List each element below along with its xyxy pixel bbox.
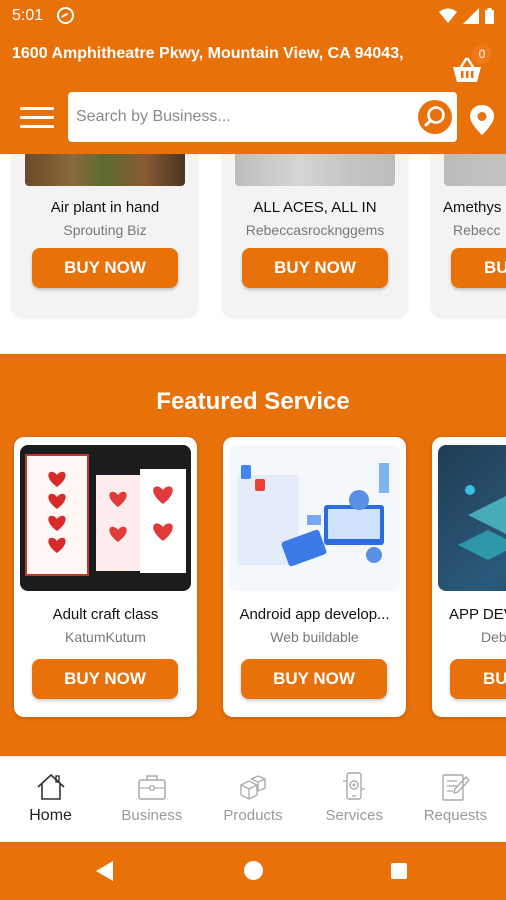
service-image-app-dev	[438, 445, 506, 591]
product-seller: Rebeccasrocknggems	[245, 222, 385, 238]
nav-item-products[interactable]: Products	[202, 757, 303, 842]
home-circle-icon[interactable]	[244, 861, 263, 880]
bottom-navigation: Home Business Products Services Requests	[0, 756, 506, 842]
briefcase-icon	[138, 775, 166, 800]
location-button[interactable]	[468, 104, 496, 136]
service-provider: Web buildable	[270, 629, 359, 645]
products-carousel[interactable]: Air plant in hand Sprouting Biz BUY NOW …	[0, 154, 506, 354]
nav-label: Products	[223, 807, 283, 824]
wifi-icon	[439, 8, 457, 23]
buy-now-button[interactable]: BUY NOW	[32, 248, 178, 288]
product-title: Air plant in hand	[50, 199, 160, 216]
product-card[interactable]: Air plant in hand Sprouting Biz BUY NOW	[13, 154, 197, 316]
service-title: Adult craft class	[52, 606, 159, 623]
buy-now-button[interactable]: BUY NOW	[242, 248, 388, 288]
boxes-icon	[240, 775, 266, 800]
recents-square-icon[interactable]	[391, 863, 407, 879]
service-title: APP DEV	[449, 606, 506, 623]
app-isometric-illustration	[458, 485, 506, 560]
service-card[interactable]: APP DEV Deb BU	[432, 437, 506, 717]
services-icon	[343, 772, 366, 800]
service-image-android-app	[229, 445, 400, 591]
battery-icon	[485, 8, 494, 24]
nav-label: Services	[325, 807, 383, 824]
product-image-amethyst	[444, 154, 506, 186]
nav-item-business[interactable]: Business	[101, 757, 202, 842]
cart-count-badge: 0	[472, 44, 492, 64]
service-card[interactable]: Android app develop... Web buildable BUY…	[223, 437, 406, 717]
service-provider: Deb	[481, 629, 506, 645]
buy-now-button[interactable]: BUY NOW	[241, 659, 387, 699]
app-dev-illustration	[237, 463, 389, 567]
home-icon	[37, 773, 65, 800]
hamburger-icon	[20, 107, 54, 110]
menu-button[interactable]	[20, 107, 54, 131]
hamburger-line	[20, 116, 54, 119]
nav-item-requests[interactable]: Requests	[405, 757, 506, 842]
search-icon	[424, 106, 445, 127]
service-title: Android app develop...	[239, 606, 390, 623]
product-card[interactable]: ALL ACES, ALL IN Rebeccasrocknggems BUY …	[223, 154, 407, 316]
delivery-address[interactable]: 1600 Amphitheatre Pkwy, Mountain View, C…	[12, 45, 404, 63]
hamburger-line	[20, 125, 54, 128]
product-seller: Rebecc	[453, 222, 501, 238]
sync-icon	[57, 7, 74, 24]
product-seller: Sprouting Biz	[63, 222, 147, 238]
cart-button[interactable]: 0	[450, 44, 492, 84]
nav-label: Requests	[423, 807, 488, 824]
signal-icon	[463, 8, 479, 24]
craft-card-illustration	[25, 454, 186, 576]
nav-item-home[interactable]: Home	[0, 757, 101, 842]
search-button[interactable]	[418, 100, 452, 134]
status-bar: 5:01	[0, 0, 506, 32]
back-icon[interactable]	[96, 861, 114, 881]
featured-service-section: Featured Service Adult craft class Katum…	[0, 354, 506, 756]
product-title: Amethys	[443, 199, 502, 216]
service-provider: KatumKutum	[65, 629, 146, 645]
nav-item-services[interactable]: Services	[304, 757, 405, 842]
search-bar	[68, 92, 457, 142]
status-time: 5:01	[12, 7, 44, 24]
search-input[interactable]	[76, 102, 406, 132]
product-image-aces	[235, 154, 395, 186]
location-pin-icon	[470, 105, 494, 135]
product-card[interactable]: Amethys Rebecc BU	[432, 154, 506, 316]
app-header: 1600 Amphitheatre Pkwy, Mountain View, C…	[0, 32, 506, 154]
buy-now-button[interactable]: BUY NOW	[32, 659, 178, 699]
system-navigation-bar	[0, 842, 506, 900]
product-title: ALL ACES, ALL IN	[253, 199, 377, 216]
requests-icon	[442, 774, 471, 801]
service-image-craft	[20, 445, 191, 591]
buy-now-button[interactable]: BU	[451, 248, 506, 288]
section-title: Featured Service	[156, 388, 350, 415]
nav-label: Home	[29, 807, 72, 824]
buy-now-button[interactable]: BU	[450, 659, 506, 699]
nav-label: Business	[121, 807, 183, 824]
status-icons	[439, 6, 494, 26]
service-card[interactable]: Adult craft class KatumKutum BUY NOW	[14, 437, 197, 717]
product-image-air-plant	[25, 154, 185, 186]
